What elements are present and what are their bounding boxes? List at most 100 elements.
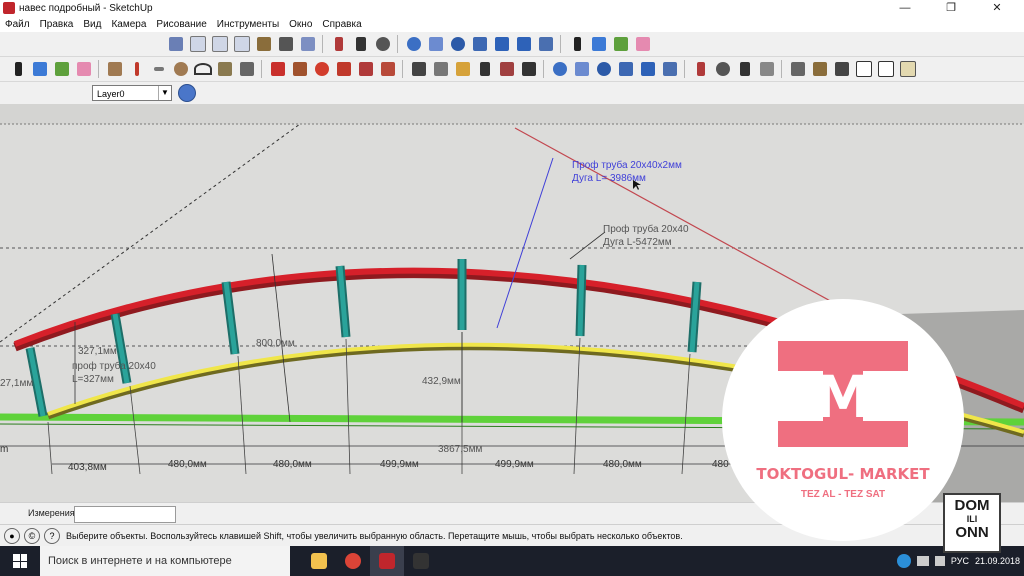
geo-location-icon[interactable]: ●	[4, 528, 20, 544]
eraser-tool-button[interactable]	[74, 59, 94, 79]
toolbar-separator	[397, 35, 398, 53]
select-tool-button-2[interactable]	[567, 34, 587, 54]
spacing-label: 403,8мм	[68, 462, 107, 473]
eraser-icon	[77, 62, 91, 76]
zoom-extents-tool-button[interactable]	[660, 59, 680, 79]
protractor-tool-button[interactable]	[453, 59, 473, 79]
top-view-button[interactable]	[188, 34, 208, 54]
next-view-button[interactable]	[514, 34, 534, 54]
component-tool-button[interactable]	[30, 59, 50, 79]
taskbar-chrome[interactable]	[336, 546, 370, 576]
iso-view-button[interactable]	[166, 34, 186, 54]
select-tool-button[interactable]	[8, 59, 28, 79]
zoom-window-icon	[473, 37, 487, 51]
offset-tool-button[interactable]	[237, 59, 257, 79]
share-model-button[interactable]	[810, 59, 830, 79]
circle-tool-button[interactable]	[171, 59, 191, 79]
polygon-tool-button[interactable]	[215, 59, 235, 79]
start-button[interactable]	[0, 546, 40, 576]
pushpull-tool-button[interactable]	[290, 59, 310, 79]
look-around-tool-button[interactable]	[713, 59, 733, 79]
taskbar-search[interactable]: Поиск в интернете и на компьютере	[40, 546, 290, 576]
zoom-button[interactable]	[448, 34, 468, 54]
component-icon	[33, 62, 47, 76]
previous-view-button[interactable]	[492, 34, 512, 54]
taskbar-media[interactable]	[404, 546, 438, 576]
previous-tool-button[interactable]	[638, 59, 658, 79]
extension-warehouse-button[interactable]	[832, 59, 852, 79]
left-view-button[interactable]	[276, 34, 296, 54]
menu-help[interactable]: Справка	[317, 19, 366, 30]
sketchup-icon	[379, 553, 395, 569]
help-tray-icon[interactable]	[896, 554, 911, 568]
back-view-button[interactable]	[254, 34, 274, 54]
dimension-tool-button[interactable]	[431, 59, 451, 79]
chrome-icon	[345, 553, 361, 569]
position-camera-tool-button[interactable]	[691, 59, 711, 79]
network-icon[interactable]	[916, 556, 929, 566]
rectangle-tool-button[interactable]	[105, 59, 125, 79]
followme-tool-button[interactable]	[334, 59, 354, 79]
front-view-button[interactable]	[210, 34, 230, 54]
offset2-tool-button[interactable]	[378, 59, 398, 79]
right-view-button[interactable]	[232, 34, 252, 54]
tape-measure-button[interactable]	[409, 59, 429, 79]
line-tool-button[interactable]	[127, 59, 147, 79]
orbit-tool-button[interactable]	[550, 59, 570, 79]
scale-tool-button[interactable]	[356, 59, 376, 79]
menu-window[interactable]: Окно	[284, 19, 317, 30]
measurements-input[interactable]	[74, 506, 176, 523]
position-camera-button[interactable]	[329, 34, 349, 54]
menu-edit[interactable]: Правка	[35, 19, 79, 30]
section-plane-button[interactable]	[757, 59, 777, 79]
pencil-icon	[135, 62, 139, 76]
eraser-button[interactable]	[633, 34, 653, 54]
menu-camera[interactable]: Камера	[106, 19, 151, 30]
front-view-icon	[212, 36, 228, 52]
menu-tools[interactable]: Инструменты	[212, 19, 284, 30]
pan-tool-button[interactable]	[572, 59, 592, 79]
credits-icon[interactable]: ©	[24, 528, 40, 544]
restore-button[interactable]: ❐	[928, 0, 974, 16]
paint-tool-button[interactable]	[52, 59, 72, 79]
make-component-button[interactable]	[589, 34, 609, 54]
taskbar-explorer[interactable]	[302, 546, 336, 576]
zoom-window-button[interactable]	[470, 34, 490, 54]
zoom-tool-button[interactable]	[594, 59, 614, 79]
rotate-tool-button[interactable]	[312, 59, 332, 79]
toolbar-tools	[0, 57, 1024, 82]
volume-icon[interactable]	[934, 556, 945, 566]
zoom-window-tool-button[interactable]	[616, 59, 636, 79]
layer-manager-icon[interactable]	[178, 84, 196, 102]
language-indicator[interactable]: РУС	[951, 556, 969, 566]
walk-button[interactable]	[351, 34, 371, 54]
tray-date[interactable]: 21.09.2018	[975, 556, 1020, 567]
orbit-button[interactable]	[404, 34, 424, 54]
move-tool-button[interactable]	[268, 59, 288, 79]
warehouse-button[interactable]	[788, 59, 808, 79]
paint-bucket-button[interactable]	[611, 34, 631, 54]
3d-text-button[interactable]	[519, 59, 539, 79]
tape-measure-icon	[412, 62, 426, 76]
layer-dropdown[interactable]: Layer0 ▼	[92, 85, 172, 101]
house-view-button[interactable]	[854, 59, 874, 79]
axes-tool-button[interactable]	[497, 59, 517, 79]
help-icon[interactable]: ?	[44, 528, 60, 544]
windows-taskbar: Поиск в интернете и на компьютере РУС 21…	[0, 546, 1024, 576]
house-outline-button[interactable]	[876, 59, 896, 79]
freehand-tool-button[interactable]	[149, 59, 169, 79]
arc-tool-button[interactable]	[193, 59, 213, 79]
walk-tool-button[interactable]	[735, 59, 755, 79]
text-tool-button[interactable]	[475, 59, 495, 79]
close-button[interactable]: ✕	[974, 0, 1020, 16]
xray-view-button[interactable]	[298, 34, 318, 54]
menu-draw[interactable]: Рисование	[151, 19, 211, 30]
layout-button[interactable]	[898, 59, 918, 79]
zoom-extents-button[interactable]	[536, 34, 556, 54]
minimize-button[interactable]: —	[882, 0, 928, 16]
menu-file[interactable]: Файл	[0, 19, 35, 30]
taskbar-sketchup[interactable]	[370, 546, 404, 576]
pan-button[interactable]	[426, 34, 446, 54]
menu-view[interactable]: Вид	[78, 19, 106, 30]
look-around-button[interactable]	[373, 34, 393, 54]
